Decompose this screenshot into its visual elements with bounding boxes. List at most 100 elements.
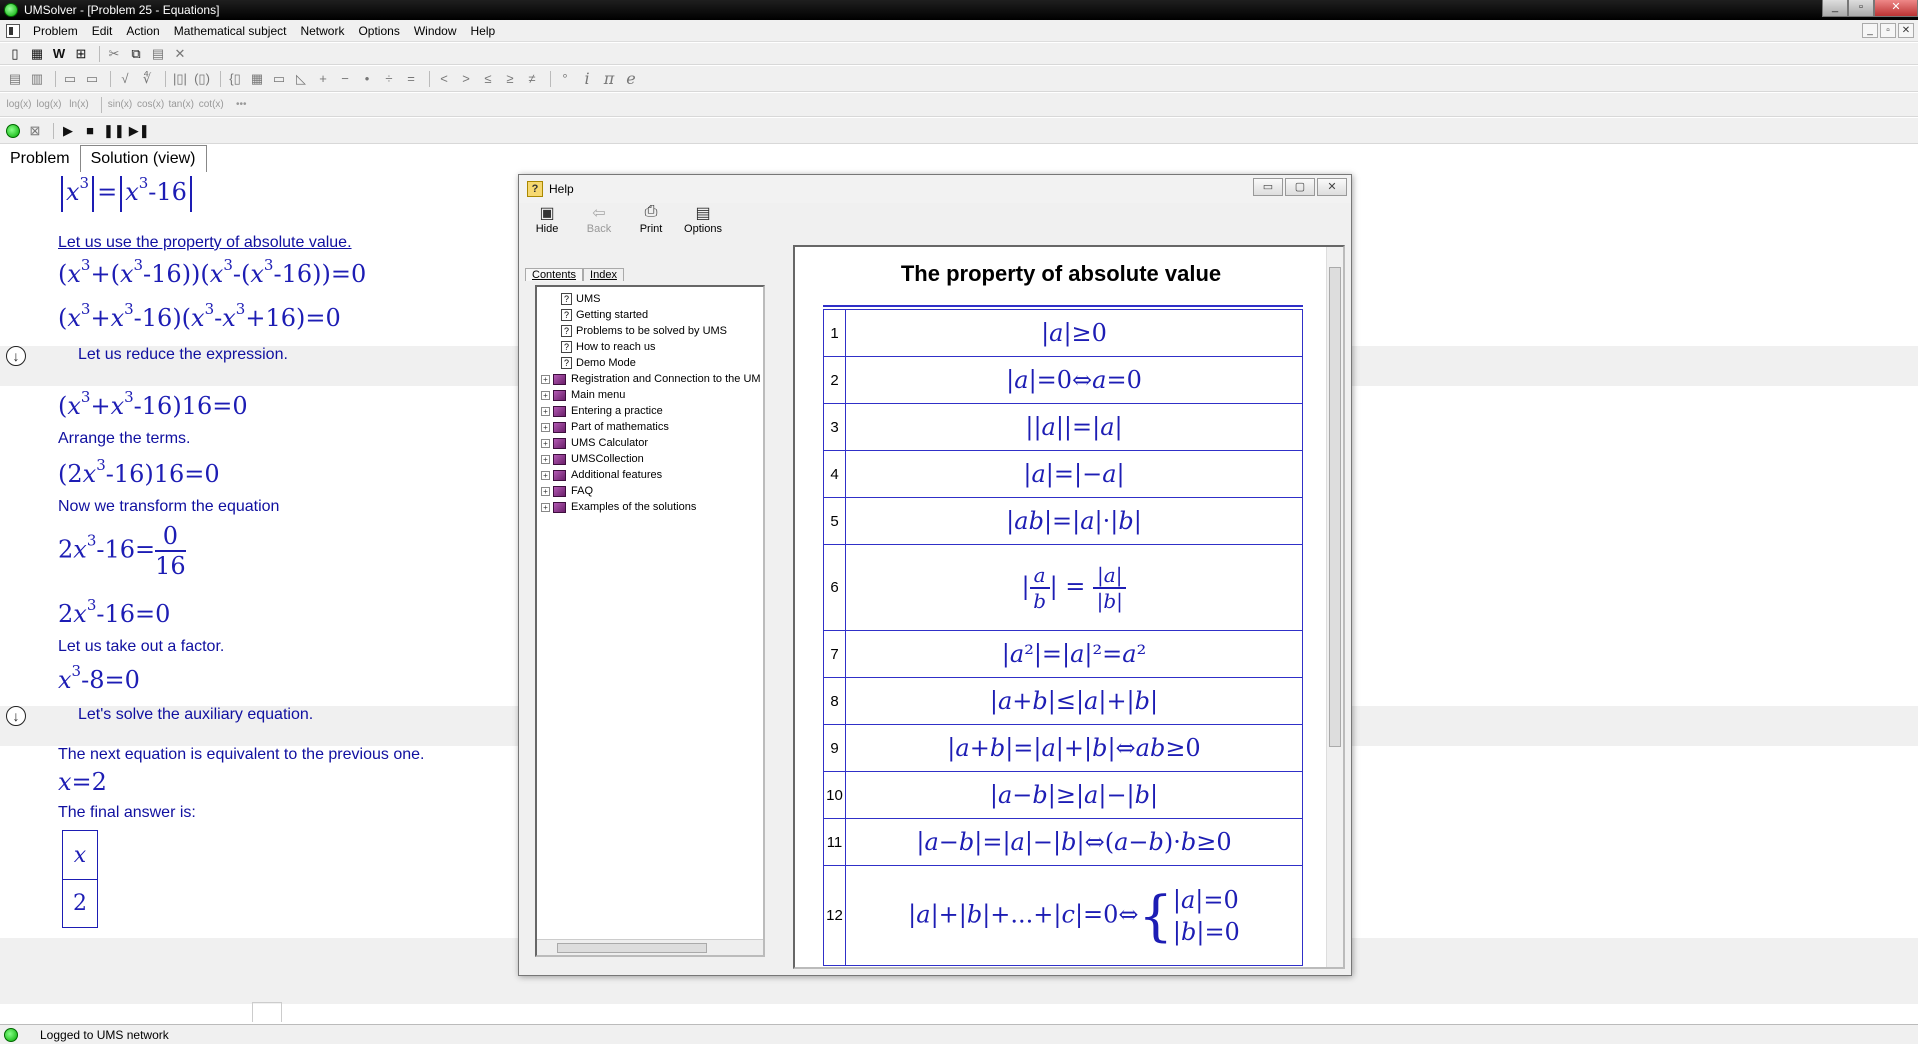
tab-problem[interactable]: Problem (0, 146, 80, 172)
equals-icon[interactable]: = (402, 70, 420, 88)
expand-step-icon[interactable]: ↓ (6, 706, 26, 726)
menu-network[interactable]: Network (293, 24, 351, 38)
expand-icon[interactable]: + (541, 502, 550, 512)
expand-icon[interactable]: + (541, 406, 550, 416)
step-forward-icon[interactable]: ▶❚ (129, 122, 150, 140)
solve-icon[interactable] (6, 123, 20, 138)
abs-icon[interactable]: |▯| (171, 70, 189, 88)
cos-icon[interactable]: cos(x) (137, 96, 164, 114)
pi-icon[interactable]: π (600, 69, 618, 88)
paste-icon[interactable]: ▤ (149, 45, 167, 63)
tree-book-entering-practice[interactable]: + Entering a practice (537, 403, 763, 419)
nth-root-icon[interactable]: ∜ (138, 70, 156, 88)
menu-action[interactable]: Action (119, 24, 166, 38)
tree-book-part-of-math[interactable]: + Part of mathematics (537, 419, 763, 435)
scrollbar-thumb[interactable] (1329, 267, 1341, 747)
power-icon[interactable]: ▭ (61, 70, 79, 88)
step-hint-abs-property[interactable]: Let us use the property of absolute valu… (58, 234, 352, 252)
copy-icon[interactable]: ⧉ (127, 45, 145, 63)
delete-icon[interactable]: ✕ (171, 45, 189, 63)
cut-icon[interactable]: ✂ (105, 45, 123, 63)
mdi-close-button[interactable]: ✕ (1898, 23, 1914, 38)
clear-icon[interactable]: ⊠ (26, 122, 44, 140)
help-options-button[interactable]: ▤ Options (684, 203, 722, 235)
help-print-button[interactable]: ⎙ Print (633, 203, 669, 235)
expand-icon[interactable]: + (541, 422, 550, 432)
cot-icon[interactable]: cot(x) (198, 96, 224, 114)
matrix-icon[interactable]: ▦ (248, 70, 266, 88)
tree-horizontal-scrollbar[interactable] (537, 939, 763, 955)
maximize-button[interactable]: ▫ (1848, 0, 1874, 17)
help-close-button[interactable]: ✕ (1317, 178, 1347, 196)
vector-icon[interactable]: ▭ (270, 70, 288, 88)
expand-icon[interactable]: + (541, 486, 550, 496)
divide-icon[interactable]: ÷ (380, 70, 398, 88)
fraction-icon[interactable]: ▤ (6, 70, 24, 88)
index-icon[interactable]: ▭ (83, 70, 101, 88)
tree-topic-demo-mode[interactable]: ? Demo Mode (537, 355, 763, 371)
parentheses-icon[interactable]: (▯) (193, 70, 211, 88)
help-back-button[interactable]: ⇦ Back (581, 203, 617, 235)
help-hide-button[interactable]: ▣ Hide (529, 203, 565, 235)
tan-icon[interactable]: tan(x) (168, 96, 194, 114)
expand-icon[interactable]: + (541, 454, 550, 464)
tree-topic-ums[interactable]: ? UMS (537, 291, 763, 307)
tab-help-index[interactable]: Index (583, 268, 624, 281)
mdi-minimize-button[interactable]: _ (1862, 23, 1878, 38)
less-than-icon[interactable]: < (435, 70, 453, 88)
tree-book-main-menu[interactable]: + Main menu (537, 387, 763, 403)
scrollbar-thumb[interactable] (557, 943, 707, 953)
tree-book-calculator[interactable]: + UMS Calculator (537, 435, 763, 451)
ln-icon[interactable]: ln(x) (66, 96, 92, 114)
help-vertical-scrollbar[interactable] (1326, 247, 1343, 967)
help-minimize-button[interactable]: ▭ (1253, 178, 1283, 196)
tree-book-collection[interactable]: + UMSCollection (537, 451, 763, 467)
log-base-icon[interactable]: log(x) (36, 96, 62, 114)
calculator-icon[interactable]: ▦ (28, 45, 46, 63)
expand-icon[interactable]: + (541, 390, 550, 400)
mixed-fraction-icon[interactable]: ▥ (28, 70, 46, 88)
plus-icon[interactable]: + (314, 70, 332, 88)
minus-icon[interactable]: − (336, 70, 354, 88)
new-file-icon[interactable]: ▯ (6, 45, 24, 63)
tree-book-faq[interactable]: + FAQ (537, 483, 763, 499)
document-icon[interactable] (6, 23, 20, 38)
expand-icon[interactable]: + (541, 374, 550, 384)
imaginary-unit-icon[interactable]: i (578, 69, 596, 88)
mdi-restore-button[interactable]: ▫ (1880, 23, 1896, 38)
expand-icon[interactable]: + (541, 438, 550, 448)
euler-e-icon[interactable]: e (622, 69, 640, 88)
expand-icon[interactable]: + (541, 470, 550, 480)
pause-icon[interactable]: ❚❚ (103, 122, 125, 140)
tab-solution-view[interactable]: Solution (view) (79, 145, 207, 172)
multiply-icon[interactable]: • (358, 70, 376, 88)
menu-mathematical-subject[interactable]: Mathematical subject (167, 24, 294, 38)
degree-icon[interactable]: ° (556, 70, 574, 88)
minimize-button[interactable]: _ (1822, 0, 1848, 17)
menu-edit[interactable]: Edit (85, 24, 120, 38)
tree-topic-problems[interactable]: ? Problems to be solved by UMS (537, 323, 763, 339)
not-equal-icon[interactable]: ≠ (523, 70, 541, 88)
less-equal-icon[interactable]: ≤ (479, 70, 497, 88)
tree-book-examples[interactable]: + Examples of the solutions (537, 499, 763, 515)
triangle-icon[interactable]: ◺ (292, 70, 310, 88)
menu-options[interactable]: Options (351, 24, 406, 38)
expand-step-icon[interactable]: ↓ (6, 346, 26, 366)
log-icon[interactable]: log(x) (6, 96, 32, 114)
root-icon[interactable]: √ (116, 70, 134, 88)
greater-equal-icon[interactable]: ≥ (501, 70, 519, 88)
system-icon[interactable]: {▯ (226, 70, 244, 88)
tree-topic-how-to-reach[interactable]: ? How to reach us (537, 339, 763, 355)
menu-help[interactable]: Help (464, 24, 503, 38)
sin-icon[interactable]: sin(x) (107, 96, 133, 114)
greater-than-icon[interactable]: > (457, 70, 475, 88)
menu-problem[interactable]: Problem (26, 24, 85, 38)
network-icon[interactable]: ⊞ (72, 45, 90, 63)
more-functions-icon[interactable]: ••• (228, 96, 254, 114)
stop-icon[interactable]: ■ (81, 122, 99, 140)
tree-topic-getting-started[interactable]: ? Getting started (537, 307, 763, 323)
tab-help-contents[interactable]: Contents (525, 268, 584, 281)
tree-book-additional[interactable]: + Additional features (537, 467, 763, 483)
help-maximize-button[interactable]: ▢ (1285, 178, 1315, 196)
close-button[interactable]: ✕ (1874, 0, 1918, 17)
